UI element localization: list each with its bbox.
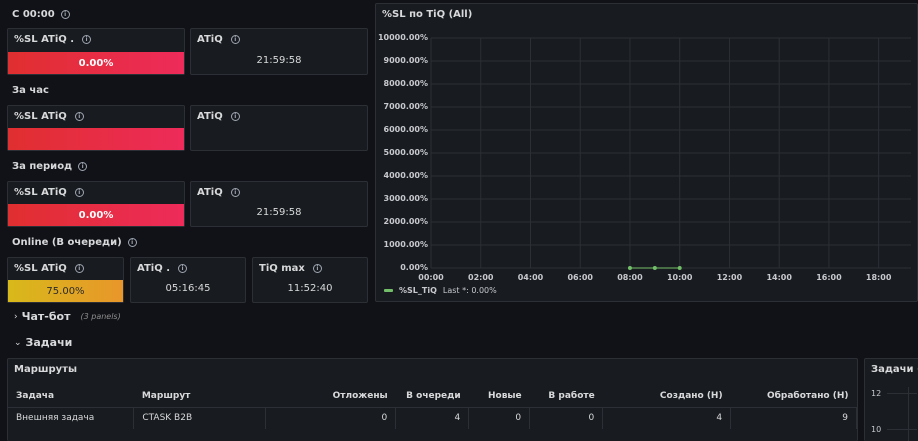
row-title: Чат-бот: [21, 310, 71, 323]
panel-title: Задачи (Н: [871, 364, 918, 375]
legend-series-name: %SL_TiQ: [399, 286, 437, 295]
routes-table: Задача Маршрут Отложены В очереди Новые В раб…: [8, 385, 857, 429]
panel-title: ATiQ: [197, 34, 223, 45]
panel-atiq-online: ATiQ . i 05:16:45: [130, 257, 246, 303]
column-header[interactable]: Задача: [8, 385, 134, 408]
stat-value: 75.00%: [46, 285, 85, 297]
routes-table-wrap: Задача Маршрут Отложены В очереди Новые В раб…: [8, 385, 857, 429]
panel-sl-atiq-period: %SL ATiQ i 0.00%: [7, 181, 185, 227]
table-cell: 4: [602, 407, 732, 429]
legend-last-value: Last *: 0.00%: [442, 286, 497, 295]
section-title-online: Online (В очереди) i: [12, 237, 137, 248]
info-icon[interactable]: i: [230, 112, 240, 121]
table-cell: 9: [730, 407, 857, 429]
table-header: Задача Маршрут Отложены В очереди Новые В раб…: [8, 385, 857, 408]
panel-atiq-hour: ATiQ i: [190, 105, 368, 151]
column-header[interactable]: Маршрут: [133, 385, 266, 408]
info-icon[interactable]: i: [78, 162, 88, 171]
panel-title: ATiQ .: [137, 263, 170, 274]
info-icon[interactable]: i: [230, 35, 240, 44]
gridline: [908, 387, 909, 441]
row-meta: (3 panels): [80, 312, 121, 321]
panel-atiq-today: ATiQ i 21:59:58: [190, 28, 368, 75]
panel-tiq-max: TiQ max i 11:52:40: [252, 257, 368, 303]
row-tasks[interactable]: ⌄ Задачи: [14, 336, 72, 349]
section-title-per-period: За период i: [12, 161, 88, 172]
info-icon[interactable]: i: [312, 264, 322, 273]
chart-plot: [430, 37, 911, 270]
gridline: [887, 429, 917, 430]
stat-value: 05:16:45: [165, 283, 211, 294]
table-row[interactable]: Внешняя задача CTASK B2B 0 4 0 0 4 9: [8, 407, 857, 429]
panel-title: ATiQ: [197, 111, 223, 122]
panel-title: %SL ATiQ: [14, 187, 67, 198]
panel-title: %SL ATiQ: [14, 111, 67, 122]
stat-bar: [8, 128, 184, 150]
column-header[interactable]: Отложены: [265, 385, 396, 408]
panel-title: %SL ATiQ .: [14, 34, 75, 45]
info-icon[interactable]: i: [230, 188, 240, 197]
panel-atiq-period: ATiQ i 21:59:58: [190, 181, 368, 227]
chevron-down-icon: ⌄: [14, 337, 22, 348]
stat-value: 11:52:40: [287, 283, 333, 294]
column-header[interactable]: Обработано (Н): [730, 385, 857, 408]
table-cell: 4: [395, 407, 470, 429]
section-title-since-midnight: С 00:00 i: [12, 9, 70, 20]
y-tick-label: 10: [871, 425, 882, 434]
tasks-side-panel: Задачи (Н 12 10: [864, 358, 918, 441]
stat-bar: 0.00%: [8, 204, 184, 226]
chart-legend[interactable]: %SL_TiQ Last *: 0.00%: [384, 286, 497, 295]
row-chatbot[interactable]: › Чат-бот (3 panels): [14, 310, 121, 323]
table-cell: 0: [265, 407, 397, 429]
panel-title: Маршруты: [14, 364, 77, 375]
column-header[interactable]: Создано (Н): [602, 385, 731, 408]
info-icon[interactable]: i: [127, 238, 137, 247]
panel-title: ATiQ: [197, 187, 223, 198]
stat-value: 21:59:58: [256, 207, 302, 218]
table-cell: CTASK B2B: [133, 407, 267, 429]
stat-value: 0.00%: [78, 209, 114, 221]
table-cell: 0: [529, 407, 604, 429]
data-point[interactable]: [677, 266, 682, 270]
legend-swatch: [384, 289, 393, 292]
info-icon[interactable]: i: [74, 264, 84, 273]
panel-sl-atiq-today: %SL ATiQ . i 0.00%: [7, 28, 185, 75]
row-title: Задачи: [25, 336, 73, 349]
panel-title: TiQ max: [259, 263, 305, 274]
stat-bar: 0.00%: [8, 52, 184, 74]
column-header[interactable]: В работе: [529, 385, 603, 408]
stat-value: 0.00%: [78, 57, 114, 69]
y-tick-label: 12: [871, 389, 882, 398]
panel-sl-atiq-online: %SL ATiQ i 75.00%: [7, 257, 124, 303]
data-point[interactable]: [627, 266, 632, 270]
chart-panel: %SL по TiQ (All) 0.00% 1000.00% 2000.00% 30…: [375, 3, 918, 302]
panel-sl-atiq-hour: %SL ATiQ i: [7, 105, 185, 151]
chevron-right-icon: ›: [14, 311, 18, 322]
panel-title: %SL ATiQ: [14, 263, 67, 274]
info-icon[interactable]: i: [74, 188, 84, 197]
stat-bar: 75.00%: [8, 280, 123, 302]
info-icon[interactable]: i: [60, 10, 70, 19]
stat-value: 21:59:58: [256, 55, 302, 66]
routes-panel: Маршруты Задача Маршрут Отложены В очереди Н…: [7, 358, 858, 441]
info-icon[interactable]: i: [74, 112, 84, 121]
table-cell: Внешняя задача: [8, 407, 135, 429]
column-header[interactable]: Новые: [468, 385, 530, 408]
section-title-per-hour: За час: [12, 85, 49, 96]
gridline: [887, 393, 917, 394]
info-icon[interactable]: i: [82, 35, 92, 44]
data-point[interactable]: [652, 266, 657, 270]
info-icon[interactable]: i: [178, 264, 187, 273]
column-header[interactable]: В очереди: [395, 385, 469, 408]
table-cell: 0: [468, 407, 531, 429]
